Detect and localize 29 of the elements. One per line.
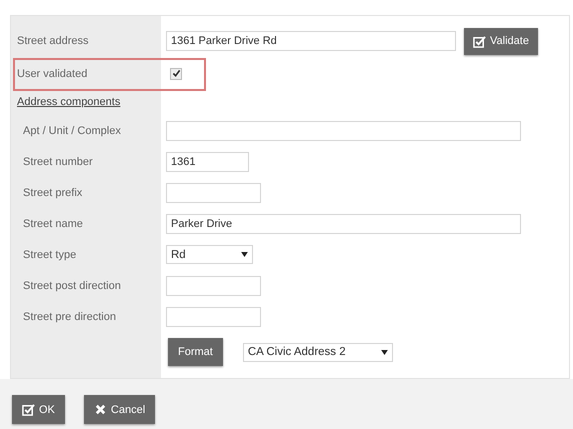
validate-button[interactable]: Validate	[464, 28, 538, 54]
dropdown[interactable]: Rd	[166, 245, 253, 264]
field-label: Street post direction	[23, 280, 121, 292]
input-field[interactable]: 1361	[166, 152, 249, 172]
checkbox-icon	[22, 403, 35, 416]
section-heading: Address components	[17, 96, 120, 108]
field-label: Street number	[23, 156, 93, 168]
field-label: Street pre direction	[23, 310, 116, 322]
ok-button[interactable]: OK	[12, 395, 65, 424]
field-label: User validated	[17, 68, 88, 80]
input-field[interactable]	[166, 182, 261, 202]
field-label: Street prefix	[23, 186, 82, 198]
caret-icon	[241, 252, 248, 257]
field-label: Apt / Unit / Complex	[23, 124, 121, 136]
format-button[interactable]: Format	[168, 338, 223, 366]
caret-icon	[380, 350, 388, 354]
field-label: Street name	[23, 218, 83, 230]
dropdown[interactable]: CA Civic Address 2	[242, 342, 393, 362]
input-field[interactable]: Parker Drive	[166, 214, 521, 234]
input-field[interactable]	[166, 276, 261, 296]
field-label: Street address	[17, 35, 89, 47]
input-field[interactable]	[166, 306, 261, 326]
field-label: Street type	[23, 248, 76, 260]
cancel-button[interactable]: Cancel	[84, 395, 156, 424]
checkbox[interactable]	[170, 68, 182, 80]
input-field[interactable]: 1361 Parker Drive Rd	[166, 31, 456, 51]
checkbox-icon	[473, 34, 486, 48]
close-icon	[94, 403, 107, 416]
input-field[interactable]	[166, 120, 521, 140]
